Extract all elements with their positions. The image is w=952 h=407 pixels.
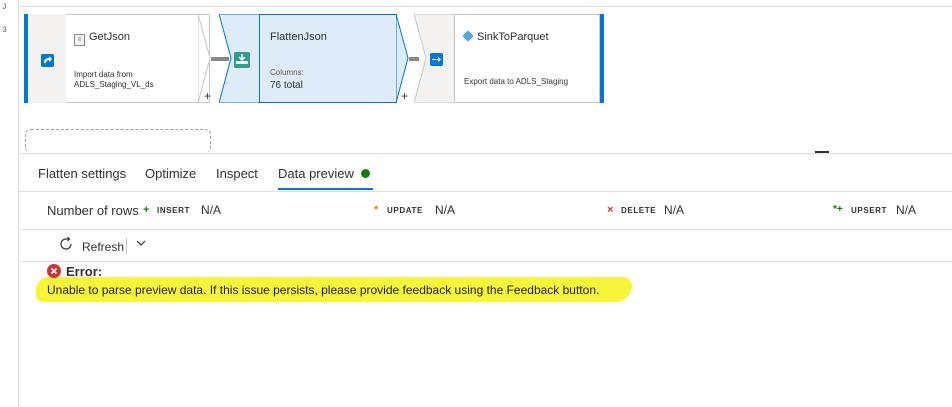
node-accent-bar	[600, 14, 604, 103]
delete-icon: ×	[607, 204, 614, 216]
source-desc-line1: Import data from	[74, 70, 133, 79]
add-transform-button[interactable]: +	[401, 89, 408, 103]
upsert-value: N/A	[896, 203, 917, 217]
toolbar-separator	[126, 238, 127, 254]
update-icon: *	[374, 204, 379, 216]
error-title: Error:	[66, 264, 103, 279]
tab-flatten-settings[interactable]: Flatten settings	[38, 166, 126, 181]
delete-value: N/A	[664, 203, 685, 217]
gutter-mark: J	[2, 3, 7, 12]
source-desc-line2: ADLS_Staging_VL_ds	[74, 80, 154, 89]
stats-divider	[18, 229, 952, 230]
source-icon-box	[28, 14, 66, 103]
insert-icon: +	[143, 204, 150, 216]
parquet-diamond-icon	[462, 30, 474, 42]
chevron-down-icon[interactable]	[134, 236, 148, 250]
upsert-label: UPSERT	[851, 206, 888, 215]
sink-description: Export data to ADLS_Staging	[464, 77, 569, 86]
canvas-border	[18, 6, 952, 7]
flatten-node-flattenjson[interactable]: FlattenJson Columns: 76 total	[219, 14, 409, 103]
tabs-divider	[18, 191, 952, 192]
columns-label: Columns:	[270, 68, 304, 77]
node-title: ≡ GetJson	[74, 31, 130, 46]
upsert-icon: *+	[833, 204, 843, 215]
tab-optimize[interactable]: Optimize	[145, 166, 196, 181]
refresh-button[interactable]: Refresh	[82, 240, 124, 254]
delete-label: DELETE	[621, 206, 657, 215]
insert-value: N/A	[201, 203, 222, 217]
columns-value: 76 total	[270, 80, 303, 91]
gutter-mark: 3	[2, 26, 7, 35]
error-icon	[47, 264, 61, 278]
splitter-handle[interactable]	[815, 151, 829, 153]
flatten-title-text: FlattenJson	[270, 31, 327, 43]
update-value: N/A	[435, 203, 456, 217]
flatten-icon	[234, 52, 250, 68]
tab-inspect[interactable]: Inspect	[216, 166, 258, 181]
node-title: SinkToParquet	[462, 30, 549, 43]
active-tab-indicator	[278, 188, 373, 190]
tab-data-preview-label: Data preview	[278, 166, 354, 181]
sink-card[interactable]: SinkToParquet Export data to ADLS_Stagin…	[454, 14, 600, 103]
error-message: Unable to parse preview data. If this is…	[47, 283, 600, 297]
refresh-icon[interactable]	[58, 236, 74, 252]
number-of-rows-label: Number of rows	[47, 203, 139, 218]
left-gutter: J 3	[0, 0, 19, 407]
json-file-icon: ≡	[74, 34, 85, 46]
insert-label: INSERT	[157, 206, 190, 215]
panel-splitter[interactable]	[18, 153, 952, 154]
sink-icon	[430, 53, 443, 66]
source-card[interactable]: ≡ GetJson Import data from ADLS_Staging_V…	[66, 14, 210, 103]
update-label: UPDATE	[387, 206, 423, 215]
source-icon	[41, 54, 54, 67]
node-description: Import data from ADLS_Staging_VL_ds	[74, 70, 154, 90]
source-title-text: GetJson	[89, 31, 130, 43]
source-node-getjson[interactable]: ≡ GetJson Import data from ADLS_Staging_V…	[24, 14, 210, 103]
sink-node-sinktoparquet[interactable]: SinkToParquet Export data to ADLS_Stagin…	[414, 14, 604, 103]
toolbar-divider	[18, 261, 952, 262]
sink-title-text: SinkToParquet	[477, 31, 549, 43]
add-source-placeholder[interactable]	[25, 129, 211, 153]
status-dot-icon	[360, 169, 370, 178]
tab-data-preview[interactable]: Data preview	[278, 166, 370, 181]
flatten-card[interactable]: FlattenJson Columns: 76 total	[259, 14, 397, 103]
